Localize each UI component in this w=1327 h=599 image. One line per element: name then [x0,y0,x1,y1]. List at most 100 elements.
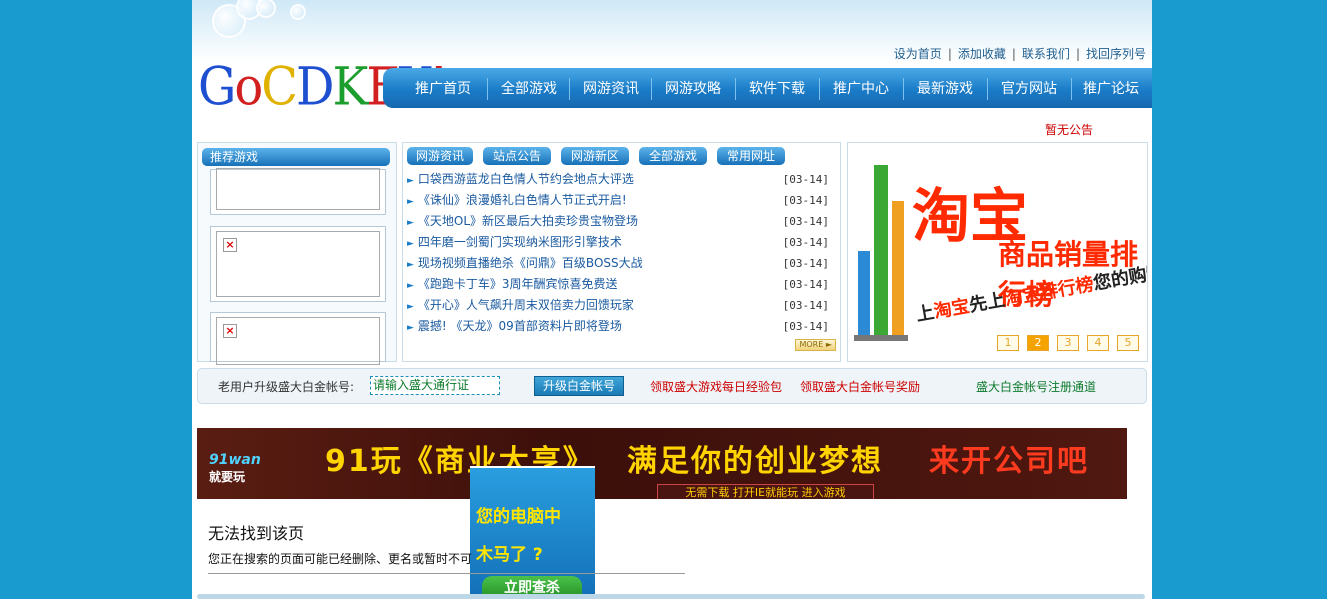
ad-page-5[interactable]: 5 [1117,335,1139,351]
news-date: [03-14] [782,320,829,333]
trojan-ad[interactable]: 您的电脑中 木马了 ? 立即查杀 [470,466,595,594]
top-links: 设为首页 | 添加收藏 | 联系我们 | 找回序列号 [894,45,1146,62]
news-date: [03-14] [782,215,829,228]
arrow-icon: ► [407,176,414,186]
upgrade-label: 老用户升级盛大白金帐号: [218,380,355,394]
trojan-line-2: 木马了 ? [476,545,543,565]
news-date: [03-14] [782,257,829,270]
nav-item-promo-home[interactable]: 推广首页 [401,68,485,108]
news-title[interactable]: 《跑跑卡丁车》3周年酬宾惊喜免费送 [418,277,618,291]
nav-item-all-games[interactable]: 全部游戏 [487,68,571,108]
more-button[interactable]: MORE ► [795,339,836,351]
ad-page-2[interactable]: 2 [1027,335,1049,351]
separator: | [1075,47,1080,61]
arrow-icon: ► [407,239,414,249]
link-set-homepage[interactable]: 设为首页 [894,47,942,61]
banner-subtext[interactable]: 无需下载 打开IE就能玩 进入游戏 [657,484,874,499]
arrow-icon: ► [407,218,414,228]
banner-text-2: 满足你的创业梦想 [627,444,883,479]
news-item[interactable]: ► 《诛仙》浪漫婚礼白色情人节正式开启! [03-14] [407,190,835,211]
news-title[interactable]: 现场视频直播绝杀《问鼎》百级BOSS大战 [418,256,643,270]
bubble-decoration [256,0,276,18]
news-item[interactable]: ► 现场视频直播绝杀《问鼎》百级BOSS大战 [03-14] [407,253,835,274]
news-date: [03-14] [782,236,829,249]
ad-page-4[interactable]: 4 [1087,335,1109,351]
recommended-games-panel: 推荐游戏 × × [197,142,397,365]
banner-brand: 91wan 就要玩 [209,452,261,485]
nav-item-promo-forum[interactable]: 推广论坛 [1069,68,1152,108]
tab-all-games[interactable]: 全部游戏 [639,147,707,165]
thumb-frame [216,168,380,210]
broken-image-icon: × [223,238,237,252]
nav-item-game-guides[interactable]: 网游攻略 [651,68,735,108]
upgrade-button[interactable]: 升级白金帐号 [534,376,624,396]
nav-item-promo-center[interactable]: 推广中心 [819,68,903,108]
news-item[interactable]: ► 《开心》人气飙升周末双倍卖力回馈玩家 [03-14] [407,295,835,316]
ad-page-1[interactable]: 1 [997,335,1019,351]
nav-item-software-download[interactable]: 软件下载 [735,68,819,108]
link-daily-exp[interactable]: 领取盛大游戏每日经验包 [650,378,782,395]
nav-item-new-games[interactable]: 最新游戏 [903,68,987,108]
thumb-frame: × [216,231,380,297]
game-thumb[interactable]: × [210,312,386,365]
news-date: [03-14] [782,299,829,312]
tab-site-notice[interactable]: 站点公告 [483,147,551,165]
taobao-ad[interactable]: 淘宝 商品销量排行榜 上淘宝先上淘宝排行榜您的购物好助手! 1 2 3 4 5 [847,142,1148,362]
notice-text: 暂无公告 [1045,123,1094,137]
bubble-decoration [290,4,306,20]
news-title[interactable]: 《开心》人气飙升周末双倍卖力回馈玩家 [418,298,634,312]
news-title[interactable]: 《天地OL》新区最后大拍卖珍贵宝物登场 [418,214,638,228]
arrow-icon: ► [407,197,414,207]
arrow-icon: ► [407,323,414,333]
ad-page-3[interactable]: 3 [1057,335,1079,351]
logo-letter: G [198,56,236,118]
tab-game-news[interactable]: 网游资讯 [407,147,473,165]
arrow-icon: ► [407,260,414,270]
news-panel: 网游资讯 站点公告 网游新区 全部游戏 常用网址 ► 口袋西游蓝龙白色情人节约会地… [402,142,841,362]
link-add-favorite[interactable]: 添加收藏 [958,47,1006,61]
logo-letter: K [332,56,368,118]
logo-letter: C [261,56,298,118]
news-title[interactable]: 四年磨一剑蜀门实现纳米图形引擎技术 [418,235,622,249]
tab-common-links[interactable]: 常用网址 [717,147,785,165]
link-platinum-register[interactable]: 盛大白金帐号注册通道 [976,378,1096,395]
divider [208,573,685,574]
news-date: [03-14] [782,173,829,186]
news-date: [03-14] [782,278,829,291]
arrow-icon: ► [407,281,414,291]
game-thumb[interactable]: × [210,226,386,302]
banner-text-3: 来开公司吧 [929,444,1089,479]
nav-item-official-site[interactable]: 官方网站 [987,68,1071,108]
logo-letter: D [295,56,335,118]
news-item[interactable]: ► 《天地OL》新区最后大拍卖珍贵宝物登场 [03-14] [407,211,835,232]
separator: | [947,47,952,61]
news-title[interactable]: 震撼! 《天龙》09首部资料片即将登场 [418,319,622,333]
separator: | [1011,47,1016,61]
brand-bottom: 就要玩 [209,470,246,484]
link-recover-serial[interactable]: 找回序列号 [1086,47,1146,61]
main-nav: 推广首页 全部游戏 网游资讯 网游攻略 软件下载 推广中心 最新游戏 官方网站 … [383,68,1152,108]
arrow-icon: ► [407,302,414,312]
link-contact-us[interactable]: 联系我们 [1022,47,1070,61]
broken-image-icon: × [223,324,237,338]
more-label: MORE [799,340,824,349]
game-banner-ad[interactable]: 91wan 就要玩 91玩《商业大亨》 满足你的创业梦想 来开公司吧 无需下载 … [197,428,1127,499]
nav-item-game-news[interactable]: 网游资讯 [569,68,653,108]
trojan-line-1: 您的电脑中 [476,507,561,527]
brand-top: 91wan [209,452,261,468]
logo-letter: o [234,56,263,118]
error-title: 无法找到该页 [208,524,305,543]
news-item[interactable]: ► 震撼! 《天龙》09首部资料片即将登场 [03-14] [407,316,835,337]
scan-now-button[interactable]: 立即查杀 [482,576,582,594]
game-thumb[interactable] [210,168,386,215]
news-title[interactable]: 口袋西游蓝龙白色情人节约会地点大评选 [418,172,634,186]
news-title[interactable]: 《诛仙》浪漫婚礼白色情人节正式开启! [418,193,627,207]
account-input[interactable]: 请输入盛大通行证 [370,376,500,395]
tab-new-servers[interactable]: 网游新区 [561,147,629,165]
news-item[interactable]: ► 《跑跑卡丁车》3周年酬宾惊喜免费送 [03-14] [407,274,835,295]
thumb-frame: × [216,317,380,365]
link-platinum-reward[interactable]: 领取盛大白金帐号奖励 [800,378,920,395]
news-item[interactable]: ► 四年磨一剑蜀门实现纳米图形引擎技术 [03-14] [407,232,835,253]
news-item[interactable]: ► 口袋西游蓝龙白色情人节约会地点大评选 [03-14] [407,169,835,190]
panel-title: 推荐游戏 [202,148,390,166]
